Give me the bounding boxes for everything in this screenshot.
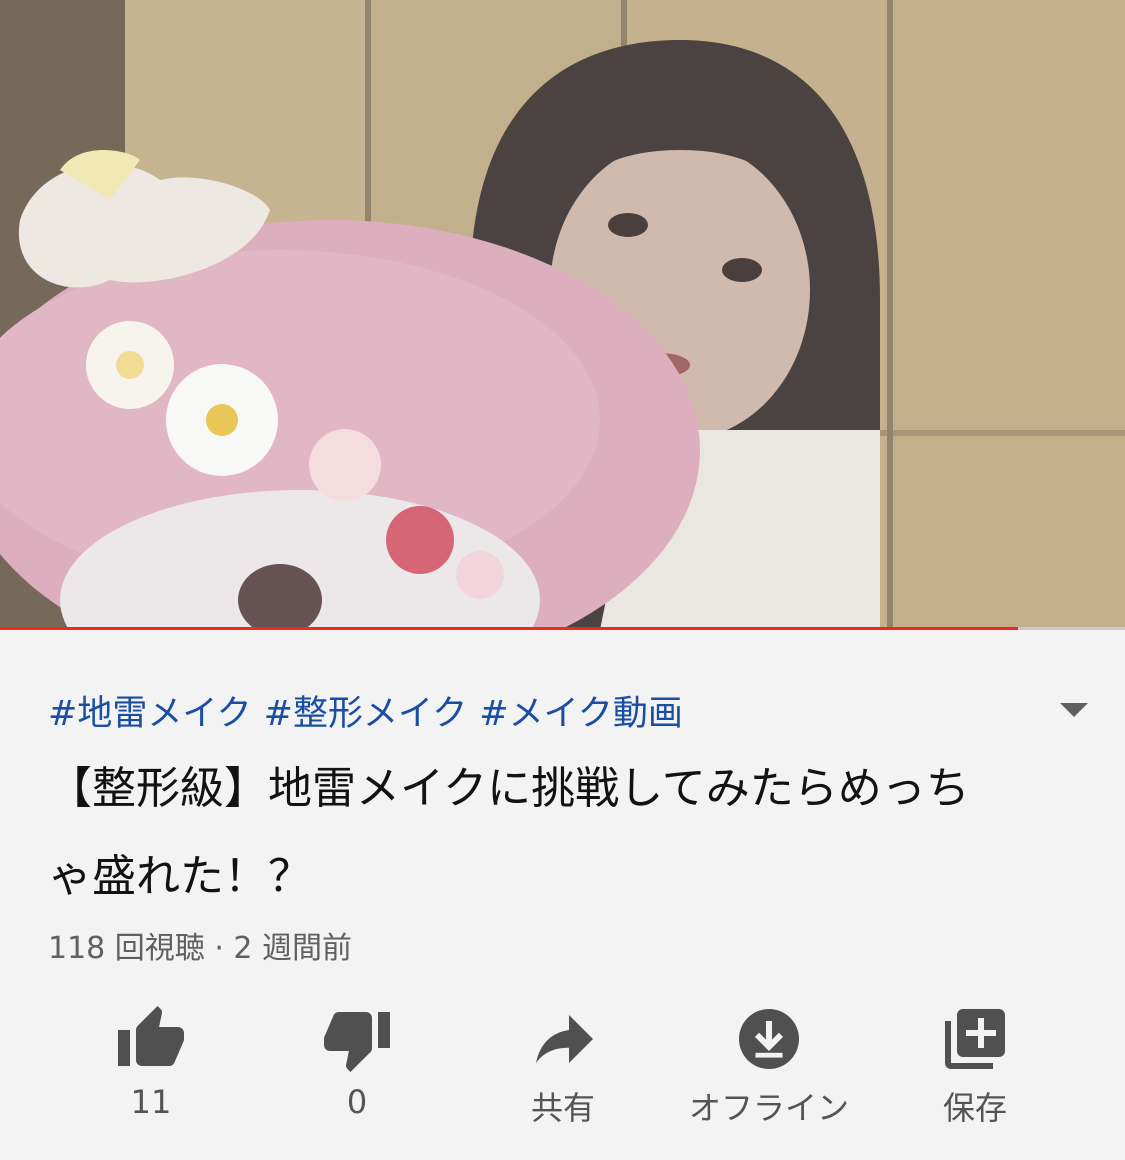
video-frame bbox=[0, 0, 1125, 630]
like-count: 11 bbox=[130, 1083, 172, 1121]
view-count-and-date: 118 回視聴 · 2 週間前 bbox=[48, 931, 353, 966]
offline-download-button[interactable]: オフライン bbox=[666, 995, 872, 1127]
save-button[interactable]: 保存 bbox=[872, 995, 1078, 1127]
share-button[interactable]: 共有 bbox=[460, 995, 666, 1127]
like-button[interactable]: 11 bbox=[48, 995, 254, 1125]
dislike-count: 0 bbox=[346, 1083, 368, 1121]
offline-label: オフライン bbox=[688, 1089, 849, 1127]
dislike-button[interactable]: 0 bbox=[254, 995, 460, 1125]
thumb-down-icon bbox=[324, 1012, 390, 1072]
video-info: #地雷メイク #整形メイク #メイク動画 【整形級】地雷メイクに挑戦してみたらめっち… bbox=[0, 633, 1125, 1160]
share-arrow-icon bbox=[536, 1015, 593, 1063]
progress-bar-fill bbox=[0, 627, 1019, 630]
hashtag-link[interactable]: #整形メイク bbox=[264, 694, 468, 734]
playlist-add-icon bbox=[945, 1009, 1005, 1069]
thumb-up-icon bbox=[118, 1006, 184, 1066]
hashtag-row: #地雷メイク #整形メイク #メイク動画 bbox=[48, 685, 695, 736]
progress-bar[interactable] bbox=[0, 627, 1125, 630]
chevron-down-icon[interactable] bbox=[1058, 701, 1090, 719]
download-icon bbox=[739, 1009, 799, 1069]
video-player[interactable] bbox=[0, 0, 1125, 630]
share-label: 共有 bbox=[530, 1089, 595, 1127]
hashtag-link[interactable]: #メイク動画 bbox=[479, 694, 683, 734]
hashtag-link[interactable]: #地雷メイク bbox=[48, 694, 252, 734]
action-bar: 11 0 共有 オフライン 保存 bbox=[48, 995, 1078, 1127]
video-title: 【整形級】地雷メイクに挑戦してみたらめっちゃ盛れた！？ bbox=[48, 763, 970, 902]
save-label: 保存 bbox=[942, 1089, 1007, 1127]
